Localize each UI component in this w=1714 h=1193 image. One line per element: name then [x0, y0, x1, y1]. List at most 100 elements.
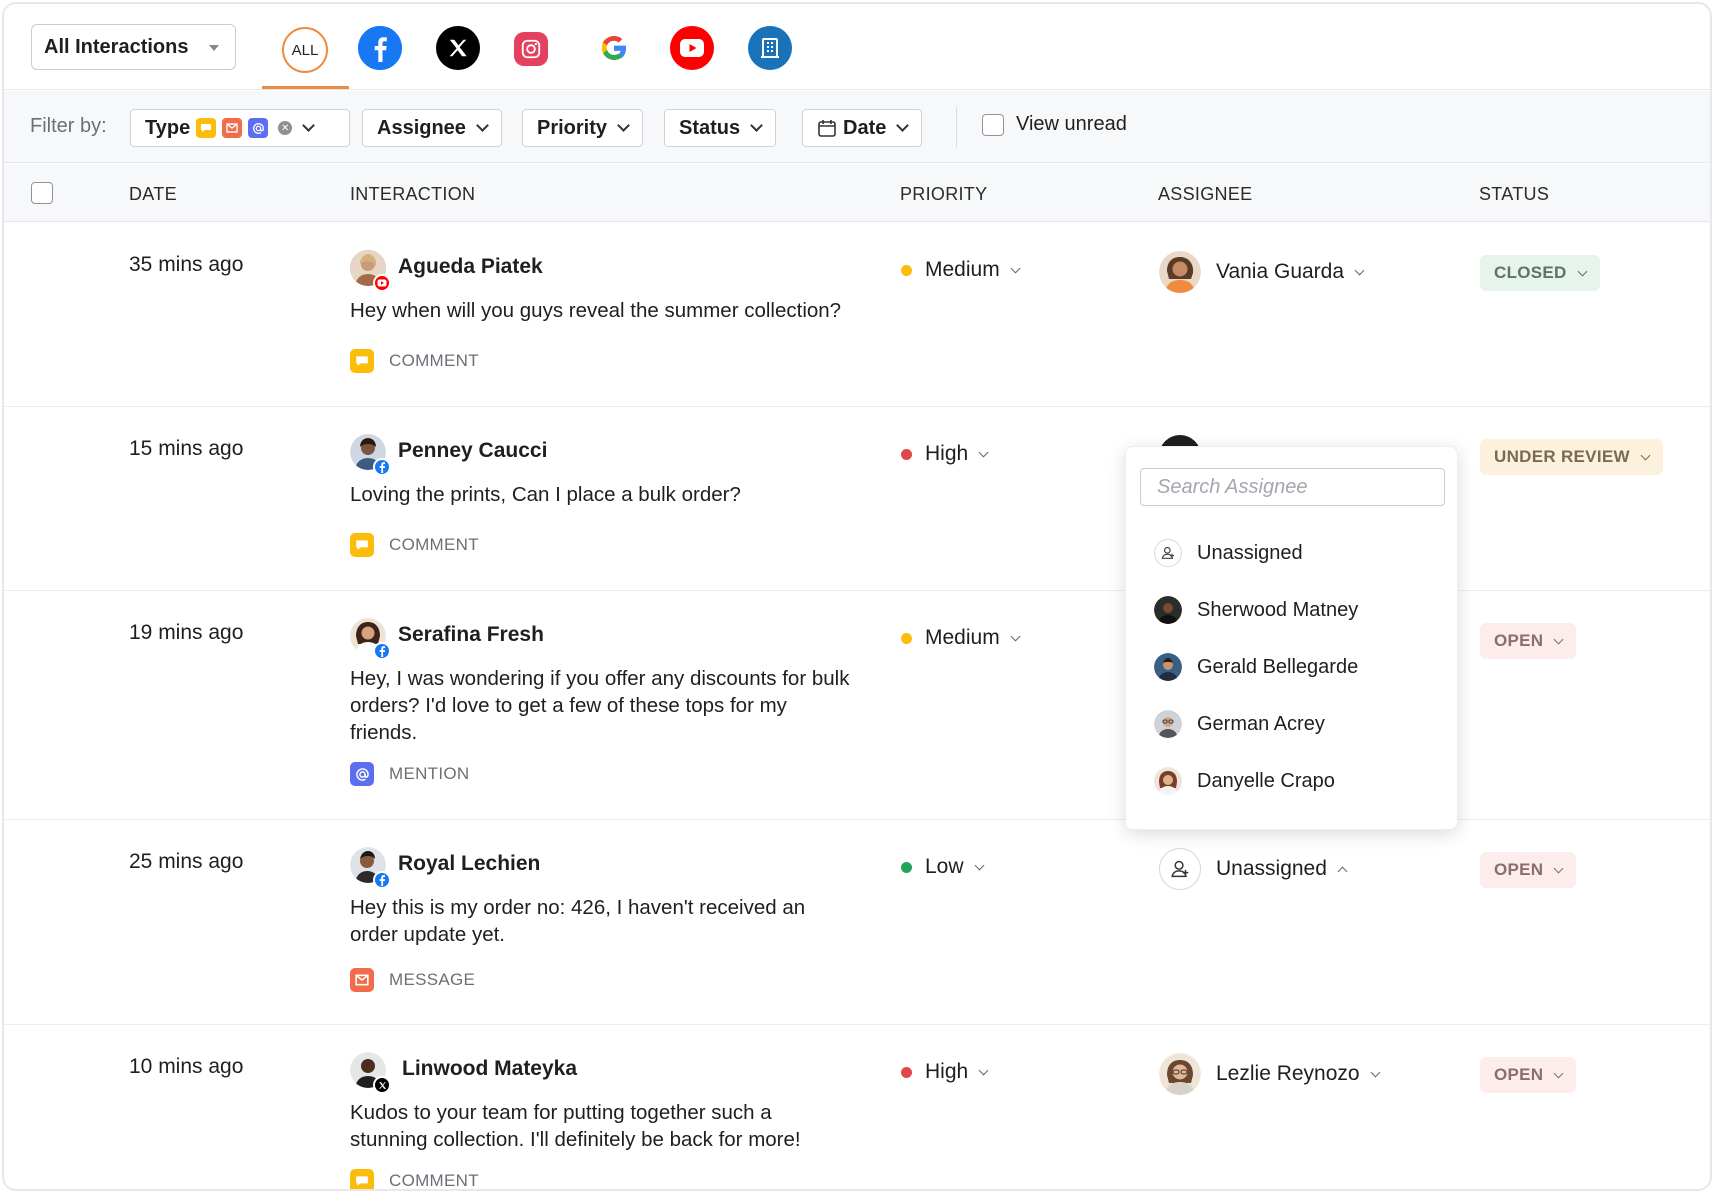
assignee-name: Lezlie Reynozo — [1216, 1062, 1360, 1085]
filter-by-label: Filter by: — [30, 115, 107, 137]
priority-dropdown[interactable]: High — [901, 1060, 989, 1084]
view-unread-toggle[interactable]: View unread — [982, 113, 1127, 136]
assignee-name: Vania Guarda — [1216, 260, 1345, 283]
interaction-message[interactable]: Hey this is my order no: 426, I haven't … — [350, 894, 820, 948]
row-date: 25 mins ago — [129, 850, 244, 873]
priority-dropdown[interactable]: Medium — [901, 258, 1021, 282]
priority-filter[interactable]: Priority — [522, 109, 644, 147]
google-icon[interactable] — [592, 26, 636, 70]
chevron-down-icon — [978, 447, 989, 457]
instagram-icon[interactable] — [514, 32, 548, 66]
chevron-down-icon — [302, 119, 316, 132]
calendar-icon — [817, 118, 837, 138]
clear-filter-icon[interactable]: ✕ — [278, 121, 293, 135]
view-select-dropdown[interactable]: All Interactions — [31, 24, 236, 70]
avatar — [1154, 767, 1182, 795]
column-header-interaction[interactable]: INTERACTION — [350, 184, 475, 205]
contact-name[interactable]: Serafina Fresh — [398, 623, 544, 647]
priority-dot — [901, 632, 912, 644]
divider — [956, 107, 957, 147]
youtube-icon — [373, 274, 391, 292]
building-icon[interactable] — [748, 26, 792, 70]
assignee-option-unassigned[interactable]: Unassigned — [1154, 539, 1303, 567]
status-label: OPEN — [1494, 860, 1544, 879]
status-badge[interactable]: OPEN — [1480, 852, 1577, 888]
view-unread-checkbox[interactable] — [982, 113, 1004, 136]
type-filter-label: Type — [145, 116, 191, 139]
column-header-assignee[interactable]: ASSIGNEE — [1158, 184, 1252, 205]
status-badge[interactable]: CLOSED — [1480, 255, 1600, 291]
table-row[interactable]: 10 mins ago Linwood Mateyka Kudos to you… — [4, 1025, 1710, 1189]
interaction-message[interactable]: Hey, I was wondering if you offer any di… — [350, 665, 850, 746]
row-date: 19 mins ago — [129, 621, 244, 644]
search-assignee-input[interactable] — [1140, 468, 1445, 506]
interaction-type-label: MESSAGE — [389, 970, 476, 989]
channel-tab-all-label: ALL — [291, 41, 319, 59]
status-label: OPEN — [1494, 631, 1544, 650]
priority-dropdown[interactable]: High — [901, 442, 989, 466]
contact-name[interactable]: Royal Lechien — [398, 852, 540, 876]
chevron-down-icon — [1553, 1068, 1564, 1078]
chevron-down-icon — [1010, 263, 1021, 273]
column-header-date[interactable]: DATE — [129, 184, 177, 205]
select-all-checkbox[interactable] — [31, 182, 53, 204]
priority-dot — [901, 264, 912, 276]
chevron-down-icon — [1640, 450, 1651, 460]
table-header: DATE INTERACTION PRIORITY ASSIGNEE STATU… — [4, 164, 1710, 222]
priority-dropdown[interactable]: Low — [901, 855, 984, 879]
interaction-type-label: COMMENT — [389, 351, 479, 370]
top-bar: All Interactions ALL — [4, 4, 1710, 90]
priority-label: Medium — [925, 626, 1000, 649]
facebook-icon — [373, 871, 391, 889]
assignee-dropdown[interactable]: Lezlie Reynozo — [1159, 1053, 1381, 1095]
assignee-dropdown[interactable]: Unassigned — [1159, 848, 1348, 890]
assignee-option-label: Danyelle Crapo — [1197, 769, 1335, 792]
comment-icon — [196, 118, 217, 138]
status-label: CLOSED — [1494, 263, 1567, 282]
assignee-option-german-acrey[interactable]: German Acrey — [1154, 710, 1325, 738]
status-badge[interactable]: OPEN — [1480, 1057, 1577, 1093]
chevron-up-icon — [1337, 866, 1348, 876]
interaction-message[interactable]: Loving the prints, Can I place a bulk or… — [350, 481, 870, 508]
interaction-message[interactable]: Kudos to your team for putting together … — [350, 1099, 840, 1153]
assignee-option-danyelle-crapo[interactable]: Danyelle Crapo — [1154, 767, 1335, 795]
app-window: All Interactions ALL Filter by: Type ✕ A… — [2, 2, 1712, 1191]
column-header-priority[interactable]: PRIORITY — [900, 184, 987, 205]
youtube-icon[interactable] — [670, 26, 714, 70]
column-header-status[interactable]: STATUS — [1479, 184, 1549, 205]
assignee-option-label: Sherwood Matney — [1197, 598, 1359, 621]
channel-tab-all[interactable]: ALL — [282, 27, 328, 73]
contact-name[interactable]: Linwood Mateyka — [402, 1057, 577, 1081]
assignee-option-sherwood-matney[interactable]: Sherwood Matney — [1154, 596, 1358, 624]
contact-name[interactable]: Agueda Piatek — [398, 255, 543, 279]
priority-label: Medium — [925, 258, 1000, 281]
row-date: 10 mins ago — [129, 1055, 244, 1078]
type-filter[interactable]: Type ✕ — [130, 109, 350, 147]
table-row[interactable]: 35 mins ago Agueda Piatek Hey when will … — [4, 223, 1710, 407]
priority-filter-label: Priority — [537, 116, 608, 139]
facebook-icon[interactable] — [358, 26, 402, 70]
x-twitter-icon[interactable] — [436, 26, 480, 70]
status-filter[interactable]: Status — [664, 109, 777, 147]
interaction-type: COMMENT — [350, 349, 479, 373]
date-filter[interactable]: Date — [802, 109, 923, 147]
status-label: OPEN — [1494, 1065, 1544, 1084]
interaction-type-label: MENTION — [389, 764, 470, 783]
assignee-option-gerald-bellegarde[interactable]: Gerald Bellegarde — [1154, 653, 1358, 681]
assignee-dropdown[interactable]: Vania Guarda — [1159, 251, 1365, 293]
status-filter-label: Status — [679, 116, 741, 139]
add-user-icon — [1159, 848, 1201, 890]
chevron-down-icon — [1354, 265, 1365, 275]
chevron-down-icon — [1010, 631, 1021, 641]
priority-dropdown[interactable]: Medium — [901, 626, 1021, 650]
table-row[interactable]: 25 mins ago Royal Lechien Hey this is my… — [4, 820, 1710, 1025]
status-badge[interactable]: OPEN — [1480, 623, 1577, 659]
chevron-down-icon — [1577, 266, 1588, 276]
x-twitter-icon — [373, 1076, 391, 1094]
contact-name[interactable]: Penney Caucci — [398, 439, 547, 463]
interaction-message[interactable]: Hey when will you guys reveal the summer… — [350, 297, 870, 324]
filter-bar: Filter by: Type ✕ Assignee Priority Stat… — [4, 91, 1710, 163]
status-badge[interactable]: UNDER REVIEW — [1480, 439, 1663, 475]
chevron-down-icon — [1370, 1067, 1381, 1077]
assignee-filter[interactable]: Assignee — [362, 109, 502, 147]
